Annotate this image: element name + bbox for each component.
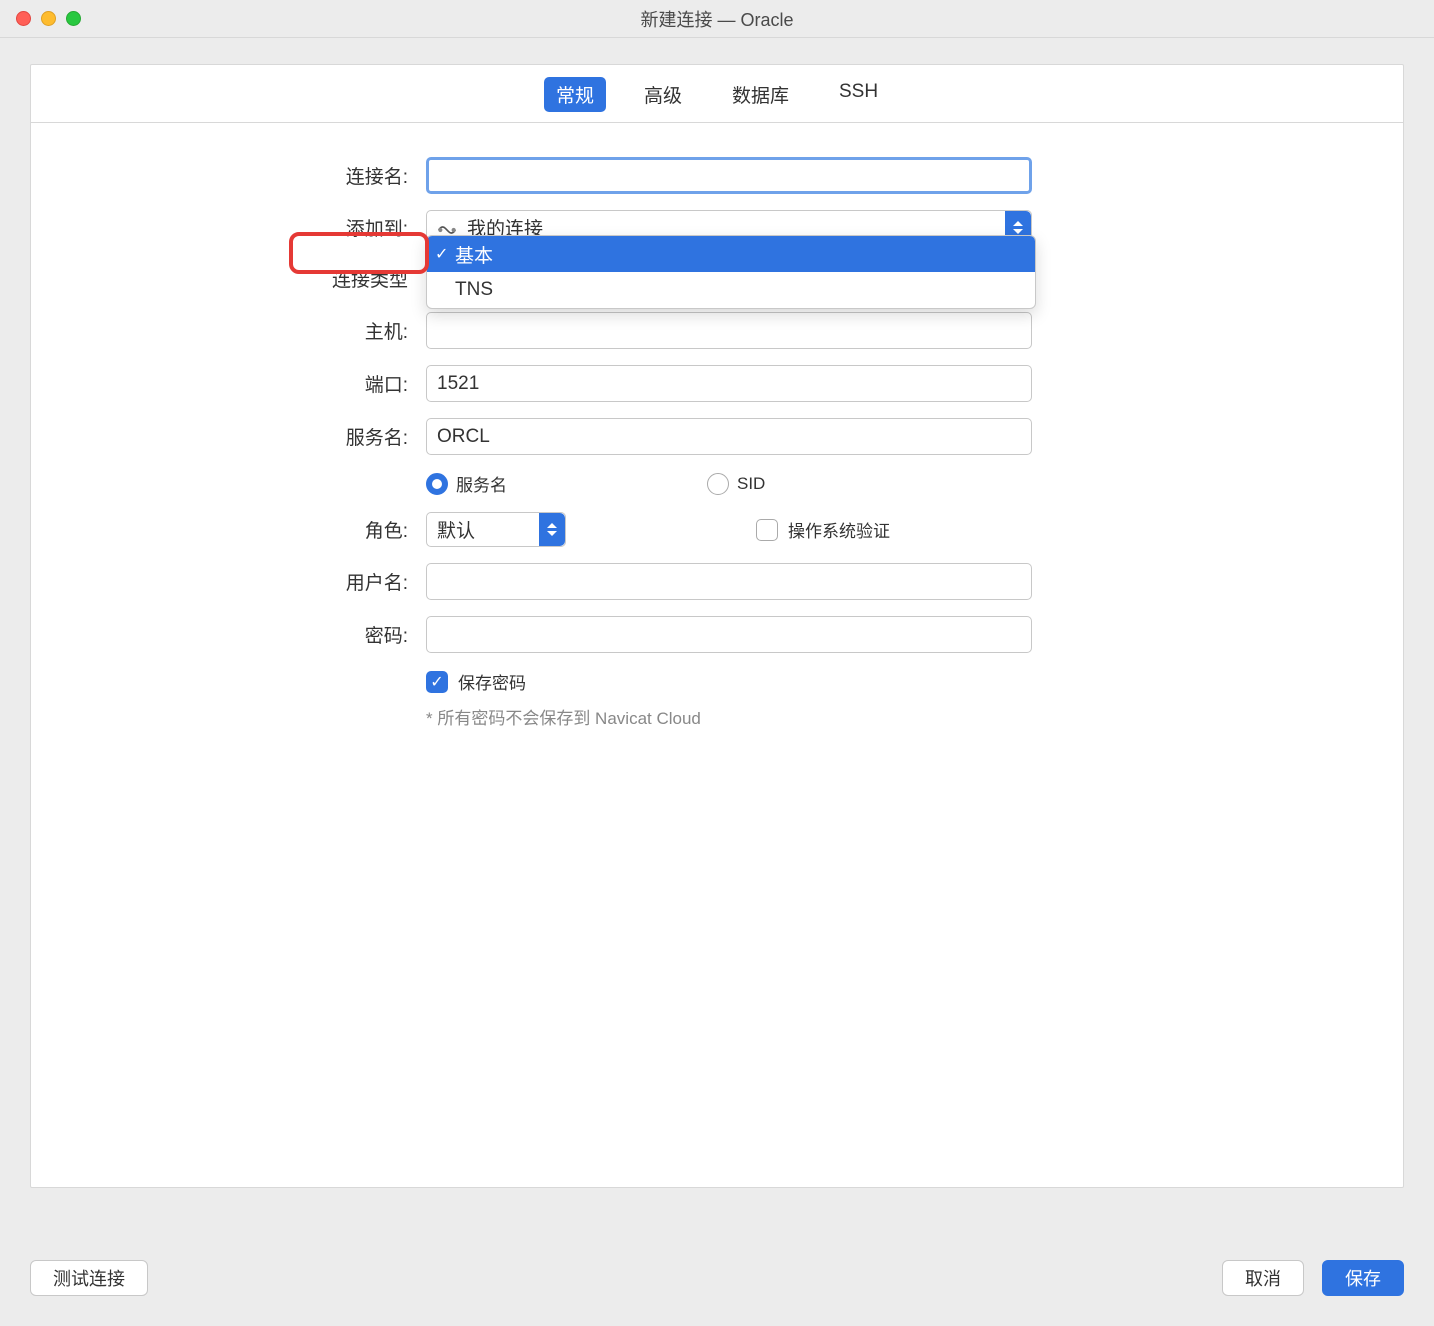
conn-type-dropdown: ✓ 基本 TNS — [426, 235, 1036, 309]
port-input[interactable] — [426, 365, 1032, 402]
chevron-updown-icon — [539, 513, 565, 546]
label-conn-type: 连接类型 — [31, 265, 426, 292]
conn-type-option-basic[interactable]: ✓ 基本 — [427, 236, 1035, 272]
titlebar: 新建连接 — Oracle — [0, 0, 1434, 38]
conn-type-option-tns[interactable]: TNS — [427, 272, 1035, 308]
label-add-to: 添加到: — [31, 214, 426, 241]
cancel-button[interactable]: 取消 — [1222, 1260, 1304, 1296]
save-password-check[interactable]: ✓ 保存密码 — [426, 669, 1032, 694]
service-name-input[interactable] — [426, 418, 1032, 455]
footer: 测试连接 取消 保存 — [30, 1260, 1404, 1296]
label-username: 用户名: — [31, 568, 426, 595]
plug-icon — [437, 221, 457, 235]
radio-service-name[interactable]: 服务名 — [426, 471, 507, 496]
label-role: 角色: — [31, 516, 426, 543]
password-input[interactable] — [426, 616, 1032, 653]
window-controls — [16, 11, 81, 26]
check-icon: ✓ — [435, 244, 448, 264]
tab-database[interactable]: 数据库 — [720, 77, 801, 112]
label-conn-name: 连接名: — [31, 162, 426, 189]
zoom-icon[interactable] — [66, 11, 81, 26]
role-select[interactable]: 默认 — [426, 512, 566, 547]
tab-advanced[interactable]: 高级 — [632, 77, 694, 112]
radio-sid[interactable]: SID — [707, 473, 765, 495]
label-port: 端口: — [31, 370, 426, 397]
radio-off-icon — [707, 473, 729, 495]
minimize-icon[interactable] — [41, 11, 56, 26]
save-button[interactable]: 保存 — [1322, 1260, 1404, 1296]
password-note: * 所有密码不会保存到 Navicat Cloud — [426, 704, 1032, 729]
os-auth-check[interactable]: 操作系统验证 — [756, 517, 890, 542]
test-connection-button[interactable]: 测试连接 — [30, 1260, 148, 1296]
main-panel: 常规 高级 数据库 SSH 连接名: 添加到: 我的连接 — [30, 64, 1404, 1188]
username-input[interactable] — [426, 563, 1032, 600]
label-password: 密码: — [31, 621, 426, 648]
conn-name-input[interactable] — [426, 157, 1032, 194]
radio-on-icon — [426, 473, 448, 495]
window-title: 新建连接 — Oracle — [0, 6, 1434, 32]
checkbox-off-icon — [756, 519, 778, 541]
checkbox-on-icon: ✓ — [426, 671, 448, 693]
label-service-name: 服务名: — [31, 423, 426, 450]
form: 连接名: 添加到: 我的连接 连接类型 — [31, 123, 1403, 729]
tab-general[interactable]: 常规 — [544, 77, 606, 112]
host-input[interactable] — [426, 312, 1032, 349]
label-host: 主机: — [31, 317, 426, 344]
role-value: 默认 — [437, 516, 475, 543]
tab-ssh[interactable]: SSH — [827, 77, 890, 112]
close-icon[interactable] — [16, 11, 31, 26]
tab-bar: 常规 高级 数据库 SSH — [31, 65, 1403, 123]
